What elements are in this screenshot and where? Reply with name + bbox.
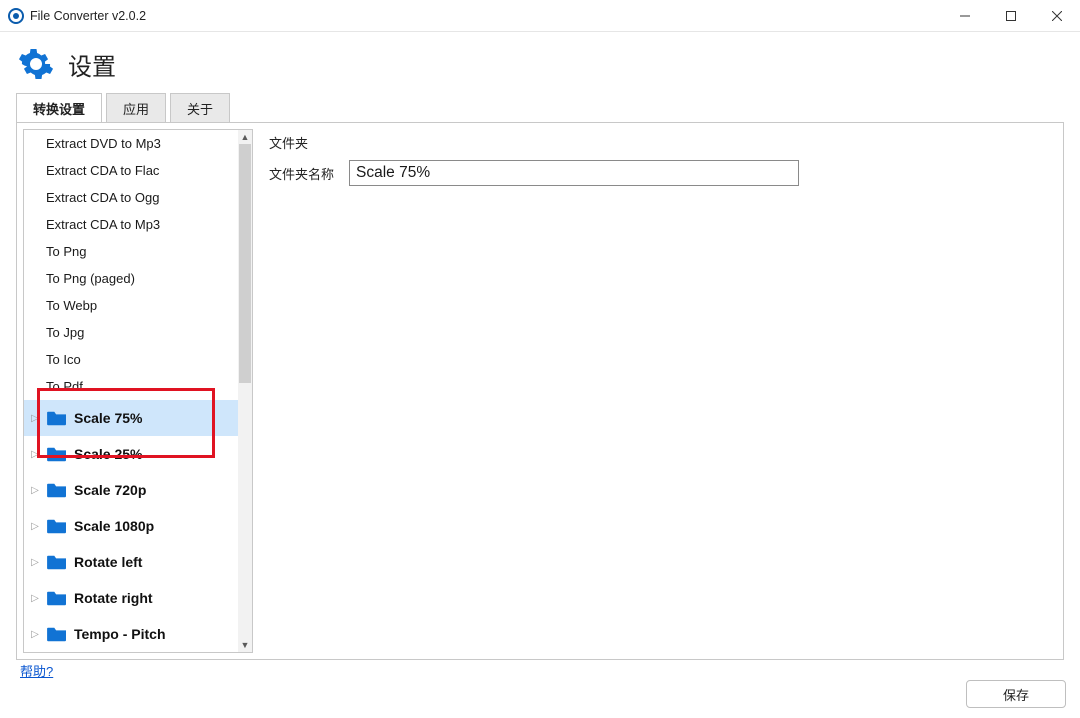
folder-label: Rotate left bbox=[74, 554, 142, 570]
page-header: 设置 bbox=[0, 32, 1080, 92]
preset-folder-rotate-right[interactable]: ▷ Rotate right bbox=[24, 580, 238, 616]
window-controls bbox=[942, 0, 1080, 31]
vertical-scrollbar[interactable]: ▲ ▼ bbox=[238, 130, 252, 652]
preset-item[interactable]: To Ico bbox=[24, 346, 238, 373]
chevron-right-icon: ▷ bbox=[30, 593, 40, 604]
chevron-right-icon: ▷ bbox=[30, 449, 40, 460]
folder-name-label: 文件夹名称 bbox=[269, 164, 339, 183]
folder-label: Scale 720p bbox=[74, 482, 146, 498]
page-title: 设置 bbox=[68, 47, 116, 82]
chevron-right-icon: ▷ bbox=[30, 521, 40, 532]
help-link[interactable]: 帮助? bbox=[20, 661, 53, 680]
preset-item[interactable]: To Png (paged) bbox=[24, 265, 238, 292]
preset-folder-scale-25[interactable]: ▷ Scale 25% bbox=[24, 436, 238, 472]
footer-actions: 保存 bbox=[966, 680, 1066, 708]
gear-icon bbox=[18, 46, 54, 82]
app-icon bbox=[8, 8, 24, 24]
preset-item[interactable]: Extract CDA to Ogg bbox=[24, 184, 238, 211]
preset-item[interactable]: Extract DVD to Mp3 bbox=[24, 130, 238, 157]
minimize-button[interactable] bbox=[942, 0, 988, 31]
scroll-down-icon[interactable]: ▼ bbox=[238, 638, 252, 652]
folder-name-input[interactable] bbox=[349, 160, 799, 186]
preset-list: Extract DVD to Mp3 Extract CDA to Flac E… bbox=[23, 129, 253, 653]
scrollbar-thumb[interactable] bbox=[239, 144, 251, 383]
close-button[interactable] bbox=[1034, 0, 1080, 31]
tab-application[interactable]: 应用 bbox=[106, 93, 166, 123]
window-title: File Converter v2.0.2 bbox=[30, 9, 146, 23]
chevron-right-icon: ▷ bbox=[30, 629, 40, 640]
preset-list-scroll[interactable]: Extract DVD to Mp3 Extract CDA to Flac E… bbox=[24, 130, 252, 652]
folder-label: Tempo - Pitch bbox=[74, 626, 166, 642]
group-label-folder: 文件夹 bbox=[269, 133, 1047, 152]
preset-folder-tempo-pitch[interactable]: ▷ Tempo - Pitch bbox=[24, 616, 238, 652]
folder-icon bbox=[46, 553, 68, 571]
preset-folder-scale-75[interactable]: ▷ Scale 75% bbox=[24, 400, 238, 436]
maximize-button[interactable] bbox=[988, 0, 1034, 31]
folder-name-row: 文件夹名称 bbox=[269, 160, 1047, 186]
settings-tabs: 转换设置 应用 关于 bbox=[0, 92, 1080, 122]
folder-label: Scale 25% bbox=[74, 446, 143, 462]
folder-label: Rotate right bbox=[74, 590, 153, 606]
properties-pane: 文件夹 文件夹名称 bbox=[259, 123, 1063, 659]
preset-item[interactable]: To Png bbox=[24, 238, 238, 265]
settings-panel: Extract DVD to Mp3 Extract CDA to Flac E… bbox=[16, 122, 1064, 660]
tab-conversion-settings[interactable]: 转换设置 bbox=[16, 93, 102, 123]
preset-folder-scale-1080p[interactable]: ▷ Scale 1080p bbox=[24, 508, 238, 544]
chevron-right-icon: ▷ bbox=[30, 413, 40, 424]
folder-icon bbox=[46, 625, 68, 643]
save-button[interactable]: 保存 bbox=[966, 680, 1066, 708]
folder-label: Scale 1080p bbox=[74, 518, 154, 534]
preset-folder-scale-720p[interactable]: ▷ Scale 720p bbox=[24, 472, 238, 508]
preset-item[interactable]: Extract CDA to Mp3 bbox=[24, 211, 238, 238]
title-bar: File Converter v2.0.2 bbox=[0, 0, 1080, 32]
preset-item[interactable]: Extract CDA to Flac bbox=[24, 157, 238, 184]
folder-label: Scale 75% bbox=[74, 410, 143, 426]
folder-icon bbox=[46, 517, 68, 535]
preset-item[interactable]: To Jpg bbox=[24, 319, 238, 346]
scroll-up-icon[interactable]: ▲ bbox=[238, 130, 252, 144]
preset-item[interactable]: To Webp bbox=[24, 292, 238, 319]
preset-item[interactable]: To Pdf bbox=[24, 373, 238, 400]
folder-icon bbox=[46, 481, 68, 499]
tab-about[interactable]: 关于 bbox=[170, 93, 230, 123]
folder-icon bbox=[46, 409, 68, 427]
preset-folder-rotate-left[interactable]: ▷ Rotate left bbox=[24, 544, 238, 580]
folder-icon bbox=[46, 589, 68, 607]
chevron-right-icon: ▷ bbox=[30, 485, 40, 496]
chevron-right-icon: ▷ bbox=[30, 557, 40, 568]
folder-icon bbox=[46, 445, 68, 463]
